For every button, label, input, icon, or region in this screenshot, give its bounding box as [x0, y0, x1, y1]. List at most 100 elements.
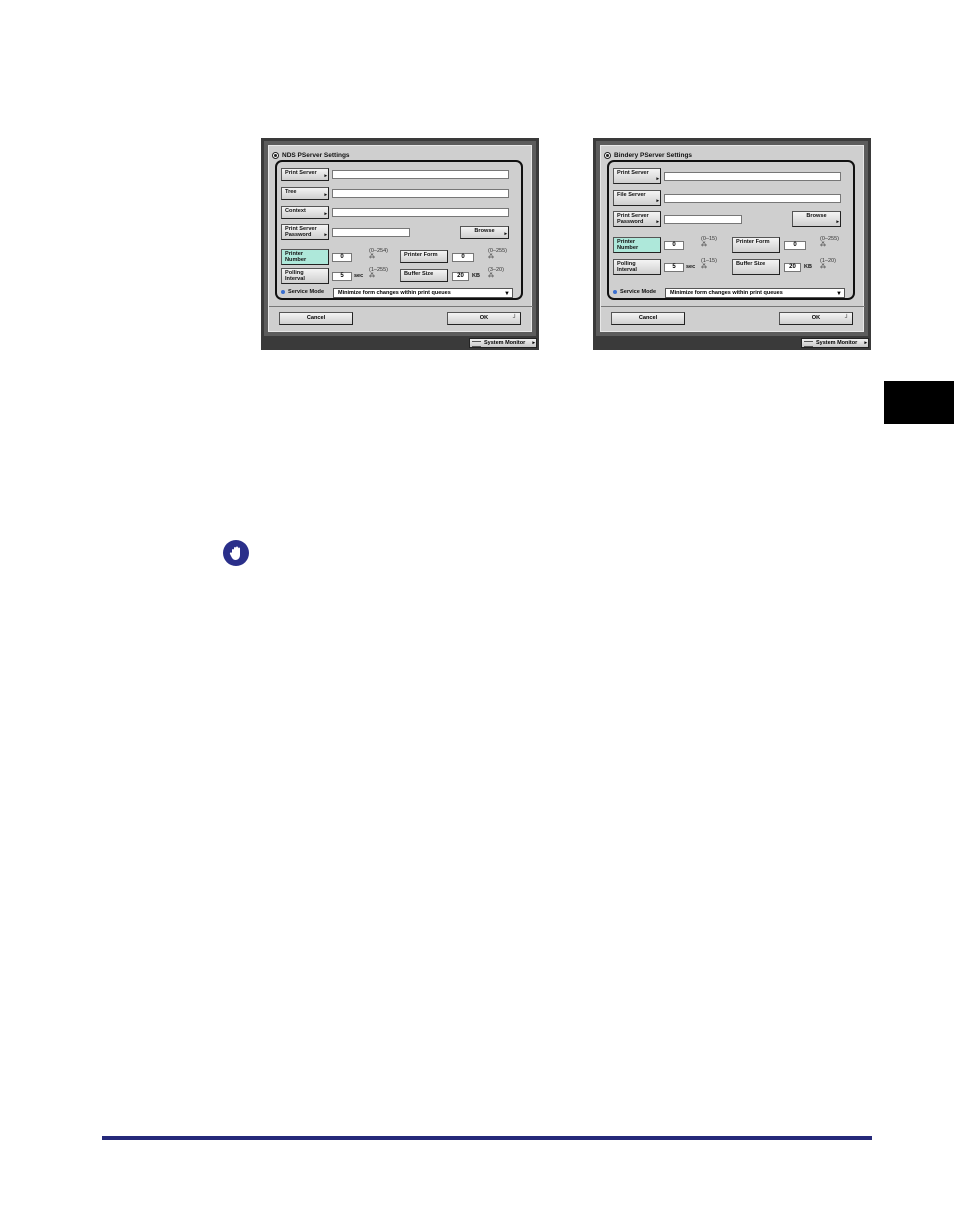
service-mode-value: Minimize form changes within print queue… — [338, 290, 451, 296]
service-mode-label-text: Service Mode — [288, 289, 325, 295]
print-server-label: Print Server — [617, 170, 649, 176]
polling-interval-button[interactable]: Polling Interval — [281, 268, 329, 284]
printer-form-button[interactable]: Printer Form — [400, 250, 448, 263]
print-server-password-button[interactable]: Print Server Password ▸ — [613, 211, 661, 227]
bullet-icon — [281, 290, 285, 294]
printer-number-field[interactable]: 0 — [664, 241, 684, 250]
context-label: Context — [285, 208, 306, 214]
ok-label: OK — [479, 315, 489, 321]
printer-number-button[interactable]: Printer Number — [613, 237, 661, 253]
system-monitor-button[interactable]: System Monitor ▸ — [469, 338, 537, 348]
service-mode-select[interactable]: Minimize form changes within print queue… — [333, 288, 513, 298]
printer-number-button[interactable]: Printer Number — [281, 249, 329, 265]
dropdown-arrow-icon: ▼ — [836, 291, 842, 297]
settings-icon — [272, 151, 279, 159]
return-icon: ┘ — [513, 315, 517, 321]
print-server-password-label: Print Server Password — [617, 213, 649, 225]
footer-divider — [269, 306, 533, 307]
return-icon: ┘ — [845, 315, 849, 321]
buffer-size-unit: KB — [472, 273, 480, 279]
cancel-button[interactable]: Cancel — [279, 312, 353, 325]
polling-interval-label: Polling Interval — [617, 261, 637, 273]
buffer-size-field[interactable]: 20 — [452, 272, 469, 281]
printer-form-field[interactable]: 0 — [784, 241, 806, 250]
service-mode-label-text: Service Mode — [620, 289, 657, 295]
browse-button[interactable]: Browse ▸ — [460, 226, 509, 239]
printer-form-label: Printer Form — [736, 239, 770, 245]
arrow-right-icon: ▸ — [532, 340, 535, 346]
polling-interval-label: Polling Interval — [285, 270, 305, 282]
printer-number-label: Printer Number — [617, 239, 639, 251]
file-server-field[interactable] — [664, 194, 841, 203]
tree-label: Tree — [285, 189, 297, 195]
print-server-field[interactable] — [664, 172, 841, 181]
system-monitor-label: System Monitor — [484, 340, 526, 346]
file-server-button[interactable]: File Server ▸ — [613, 190, 661, 206]
ok-label: OK — [811, 315, 821, 321]
system-monitor-label: System Monitor — [816, 340, 858, 346]
panel-title-text: Bindery PServer Settings — [614, 151, 693, 159]
browse-button[interactable]: Browse ▸ — [792, 211, 841, 227]
panel-title-text: NDS PServer Settings — [282, 151, 350, 159]
buffer-size-unit: KB — [804, 264, 812, 270]
printer-form-button[interactable]: Printer Form — [732, 237, 780, 253]
polling-interval-field[interactable]: 5 — [664, 263, 684, 272]
buffer-size-range: (3–20) ⁂ — [488, 267, 504, 279]
chapter-tab — [884, 381, 954, 424]
cancel-button[interactable]: Cancel — [611, 312, 685, 325]
polling-interval-field[interactable]: 5 — [332, 272, 352, 281]
keypad-icon: ⁂ — [488, 273, 494, 279]
context-field[interactable] — [332, 208, 509, 217]
keypad-icon: ⁂ — [701, 242, 707, 248]
buffer-size-button[interactable]: Buffer Size — [400, 269, 448, 282]
polling-interval-range: (1–255) ⁂ — [369, 267, 388, 279]
dropdown-arrow-icon: ▼ — [504, 291, 510, 297]
polling-interval-unit: sec — [686, 264, 696, 270]
settings-group: Print Server ▸ Tree ▸ Context ▸ Print Serve… — [275, 160, 523, 300]
print-server-field[interactable] — [332, 170, 509, 179]
arrow-right-icon: ▸ — [324, 192, 327, 198]
print-server-button[interactable]: Print Server ▸ — [613, 168, 661, 184]
tree-button[interactable]: Tree ▸ — [281, 187, 329, 200]
arrow-right-icon: ▸ — [656, 219, 659, 225]
buffer-size-button[interactable]: Buffer Size — [732, 259, 780, 275]
printer-form-label: Printer Form — [404, 252, 438, 258]
arrow-right-icon: ▸ — [656, 198, 659, 204]
print-server-password-label: Print Server Password — [285, 226, 317, 238]
printer-form-field[interactable]: 0 — [452, 253, 474, 262]
keypad-icon: ⁂ — [488, 254, 494, 260]
buffer-size-label: Buffer Size — [404, 271, 434, 277]
print-server-button[interactable]: Print Server ▸ — [281, 168, 329, 181]
ok-button[interactable]: OK ┘ — [447, 312, 521, 325]
bullet-icon — [613, 290, 617, 294]
service-mode-select[interactable]: Minimize form changes within print queue… — [665, 288, 845, 298]
print-server-password-field[interactable] — [664, 215, 742, 224]
browse-label: Browse — [474, 228, 495, 234]
service-mode-value: Minimize form changes within print queue… — [670, 290, 783, 296]
print-server-password-field[interactable] — [332, 228, 410, 237]
keypad-icon: ⁂ — [369, 254, 375, 260]
printer-number-field[interactable]: 0 — [332, 253, 352, 262]
keypad-icon: ⁂ — [820, 242, 826, 248]
printer-form-range: (0–255) ⁂ — [820, 236, 839, 248]
ok-button[interactable]: OK ┘ — [779, 312, 853, 325]
keypad-icon: ⁂ — [369, 273, 375, 279]
service-mode-label: Service Mode — [281, 289, 324, 295]
buffer-size-range: (1–20) ⁂ — [820, 258, 836, 270]
monitor-icon — [804, 341, 813, 347]
polling-interval-button[interactable]: Polling Interval — [613, 259, 661, 275]
buffer-size-field[interactable]: 20 — [784, 263, 801, 272]
system-monitor-button[interactable]: System Monitor ▸ — [801, 338, 869, 348]
tree-field[interactable] — [332, 189, 509, 198]
print-server-password-button[interactable]: Print Server Password ▸ — [281, 224, 329, 240]
arrow-right-icon: ▸ — [836, 219, 839, 225]
panel-frame: Bindery PServer Settings Print Server ▸ F… — [596, 141, 868, 336]
hand-stop-icon — [223, 540, 249, 566]
footer-divider — [601, 306, 865, 307]
service-mode-label: Service Mode — [613, 289, 656, 295]
arrow-right-icon: ▸ — [324, 232, 327, 238]
browse-label: Browse — [806, 213, 827, 219]
arrow-right-icon: ▸ — [324, 211, 327, 217]
nds-pserver-settings-panel: NDS PServer Settings Print Server ▸ Tree ▸… — [261, 138, 539, 350]
context-button[interactable]: Context ▸ — [281, 206, 329, 219]
